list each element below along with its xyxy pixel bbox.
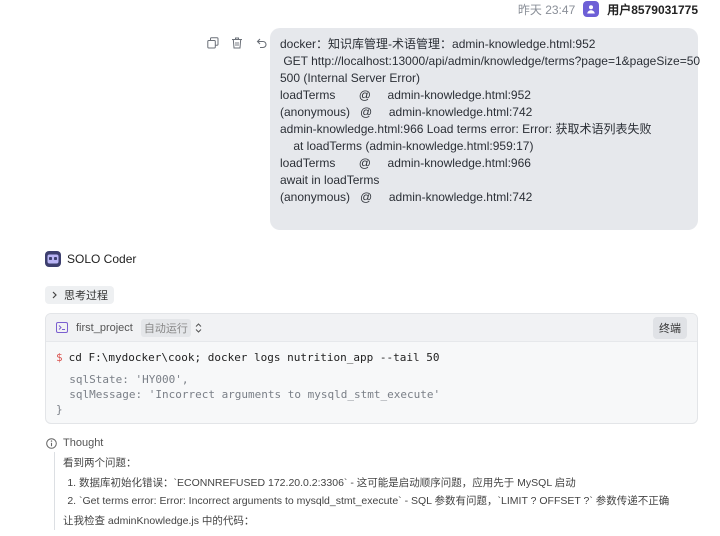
message-actions bbox=[206, 36, 268, 50]
message-line: GET http://localhost:13000/api/admin/kno… bbox=[280, 54, 701, 68]
terminal-output-line: sqlMessage: 'Incorrect arguments to mysq… bbox=[56, 388, 441, 401]
robot-icon bbox=[47, 254, 59, 264]
list-item: `Get terms error: Error: Incorrect argum… bbox=[79, 492, 694, 510]
message-line: docker：知识库管理-术语管理：admin-knowledge.html:9… bbox=[280, 37, 596, 51]
chevron-right-icon bbox=[52, 291, 57, 299]
terminal-output-line: sqlState: 'HY000', bbox=[56, 373, 189, 386]
message-meta: 昨天 23:47 用户8579031775 bbox=[518, 0, 698, 18]
message-line: (anonymous) @ admin-knowledge.html:742 bbox=[280, 190, 533, 204]
undo-icon[interactable] bbox=[254, 36, 268, 50]
message-line: await in loadTerms bbox=[280, 173, 380, 187]
agent-name: SOLO Coder bbox=[67, 252, 137, 266]
message-line: loadTerms @ admin-knowledge.html:966 bbox=[280, 156, 531, 170]
terminal-icon bbox=[56, 322, 68, 333]
thought-intro: 看到两个问题： bbox=[63, 457, 137, 469]
terminal-command-line: $ cd F:\mydocker\cook; docker logs nutri… bbox=[56, 350, 687, 366]
message-line: (anonymous) @ admin-knowledge.html:742 bbox=[280, 105, 533, 119]
copy-icon[interactable] bbox=[206, 36, 220, 50]
terminal-prompt: $ bbox=[56, 351, 63, 364]
chevron-updown-icon bbox=[195, 322, 202, 333]
thought-list: 数据库初始化错误：`ECONNREFUSED 172.20.0.2:3306` … bbox=[79, 474, 694, 510]
terminal-project: first_project bbox=[76, 321, 133, 334]
delete-icon[interactable] bbox=[230, 36, 244, 50]
info-icon bbox=[46, 437, 57, 449]
list-item: 数据库初始化错误：`ECONNREFUSED 172.20.0.2:3306` … bbox=[79, 474, 694, 492]
terminal-run-mode[interactable]: 自动运行 bbox=[140, 318, 191, 337]
terminal-button[interactable]: 终端 bbox=[653, 316, 687, 339]
terminal-card: first_project 自动运行 终端 $ cd F:\mydocker\c… bbox=[45, 313, 698, 424]
message-line: loadTerms @ admin-knowledge.html:952 bbox=[280, 88, 531, 102]
user-icon bbox=[587, 5, 596, 14]
user-name: 用户8579031775 bbox=[607, 2, 698, 17]
terminal-command: cd F:\mydocker\cook; docker logs nutriti… bbox=[68, 351, 440, 364]
message-line: at loadTerms (admin-knowledge.html:959:1… bbox=[280, 139, 534, 153]
message-line: 500 (Internal Server Error) bbox=[280, 71, 421, 85]
run-mode-stepper[interactable] bbox=[195, 322, 202, 333]
thinking-label: 思考过程 bbox=[64, 290, 108, 302]
thought-body: 看到两个问题： 数据库初始化错误：`ECONNREFUSED 172.20.0.… bbox=[54, 452, 694, 530]
thought-title: Thought bbox=[63, 437, 104, 449]
agent-header: SOLO Coder bbox=[45, 251, 136, 267]
terminal-output-line: } bbox=[56, 403, 63, 416]
thought-header[interactable]: Thought bbox=[46, 437, 103, 449]
thinking-process-toggle[interactable]: 思考过程 bbox=[45, 286, 114, 304]
message-timestamp: 昨天 23:47 bbox=[517, 2, 576, 17]
terminal-header: first_project 自动运行 终端 bbox=[46, 314, 697, 342]
solo-coder-logo bbox=[45, 251, 61, 267]
user-avatar bbox=[583, 1, 600, 17]
user-message-bubble: docker：知识库管理-术语管理：admin-knowledge.html:9… bbox=[270, 28, 701, 230]
message-line: admin-knowledge.html:966 Load terms erro… bbox=[280, 122, 652, 136]
terminal-body: $ cd F:\mydocker\cook; docker logs nutri… bbox=[46, 342, 697, 423]
thought-outro: 让我检查 adminKnowledge.js 中的代码： bbox=[63, 515, 255, 527]
